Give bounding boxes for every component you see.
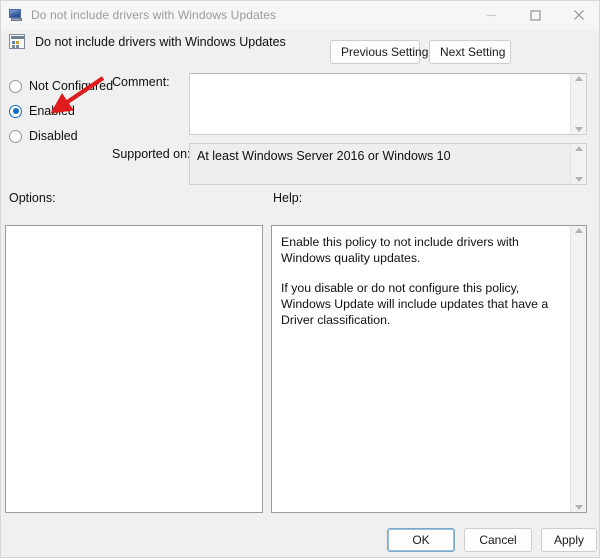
radio-enabled-label: Enabled <box>29 104 75 118</box>
help-paragraph-1: Enable this policy to not include driver… <box>281 235 519 265</box>
apply-button[interactable]: Apply <box>541 528 597 552</box>
help-paragraph-2: If you disable or do not configure this … <box>281 281 549 327</box>
ok-button[interactable]: OK <box>387 528 455 552</box>
scroll-down-icon[interactable] <box>574 177 583 182</box>
policy-title: Do not include drivers with Windows Upda… <box>35 35 286 49</box>
group-policy-setting-dialog: Do not include drivers with Windows Upda… <box>0 0 600 558</box>
window-computer-icon <box>8 7 24 23</box>
scroll-down-icon[interactable] <box>574 127 583 132</box>
help-scrollbar[interactable] <box>570 226 586 512</box>
window-title: Do not include drivers with Windows Upda… <box>31 8 277 22</box>
supported-on-value: At least Windows Server 2016 or Windows … <box>197 149 451 163</box>
supported-on-label: Supported on: <box>112 147 191 161</box>
scroll-up-icon[interactable] <box>574 146 583 151</box>
group-policy-setting-icon <box>9 33 27 51</box>
help-content: Enable this policy to not include driver… <box>272 226 570 512</box>
radio-not-configured[interactable]: Not Configured <box>9 77 113 95</box>
policy-header: Do not include drivers with Windows Upda… <box>9 33 286 51</box>
close-icon[interactable] <box>557 1 599 29</box>
scroll-down-icon[interactable] <box>574 505 583 510</box>
options-label: Options: <box>9 191 56 205</box>
next-setting-button[interactable]: Next Setting <box>429 40 511 64</box>
radio-enabled-mark[interactable] <box>9 104 22 118</box>
minimize-icon[interactable] <box>469 1 513 29</box>
comment-label: Comment: <box>112 75 170 89</box>
radio-enabled[interactable]: Enabled <box>9 102 75 120</box>
previous-setting-button[interactable]: Previous Setting <box>330 40 428 64</box>
help-panel: Enable this policy to not include driver… <box>271 225 587 513</box>
titlebar: Do not include drivers with Windows Upda… <box>1 1 599 29</box>
radio-disabled-mark[interactable] <box>9 129 22 143</box>
comment-box[interactable] <box>189 73 587 135</box>
comment-scrollbar[interactable] <box>570 74 586 134</box>
options-panel[interactable] <box>5 225 263 513</box>
supported-on-scrollbar[interactable] <box>570 144 586 184</box>
comment-input[interactable] <box>190 74 570 134</box>
window-controls <box>469 1 599 29</box>
radio-disabled-label: Disabled <box>29 129 78 143</box>
supported-on-box: At least Windows Server 2016 or Windows … <box>189 143 587 185</box>
radio-disabled[interactable]: Disabled <box>9 127 78 145</box>
radio-not-configured-mark[interactable] <box>9 79 22 93</box>
radio-not-configured-label: Not Configured <box>29 79 114 93</box>
scroll-up-icon[interactable] <box>574 228 583 233</box>
scroll-up-icon[interactable] <box>574 76 583 81</box>
maximize-icon[interactable] <box>513 1 557 29</box>
cancel-button[interactable]: Cancel <box>464 528 532 552</box>
help-label: Help: <box>273 191 303 205</box>
